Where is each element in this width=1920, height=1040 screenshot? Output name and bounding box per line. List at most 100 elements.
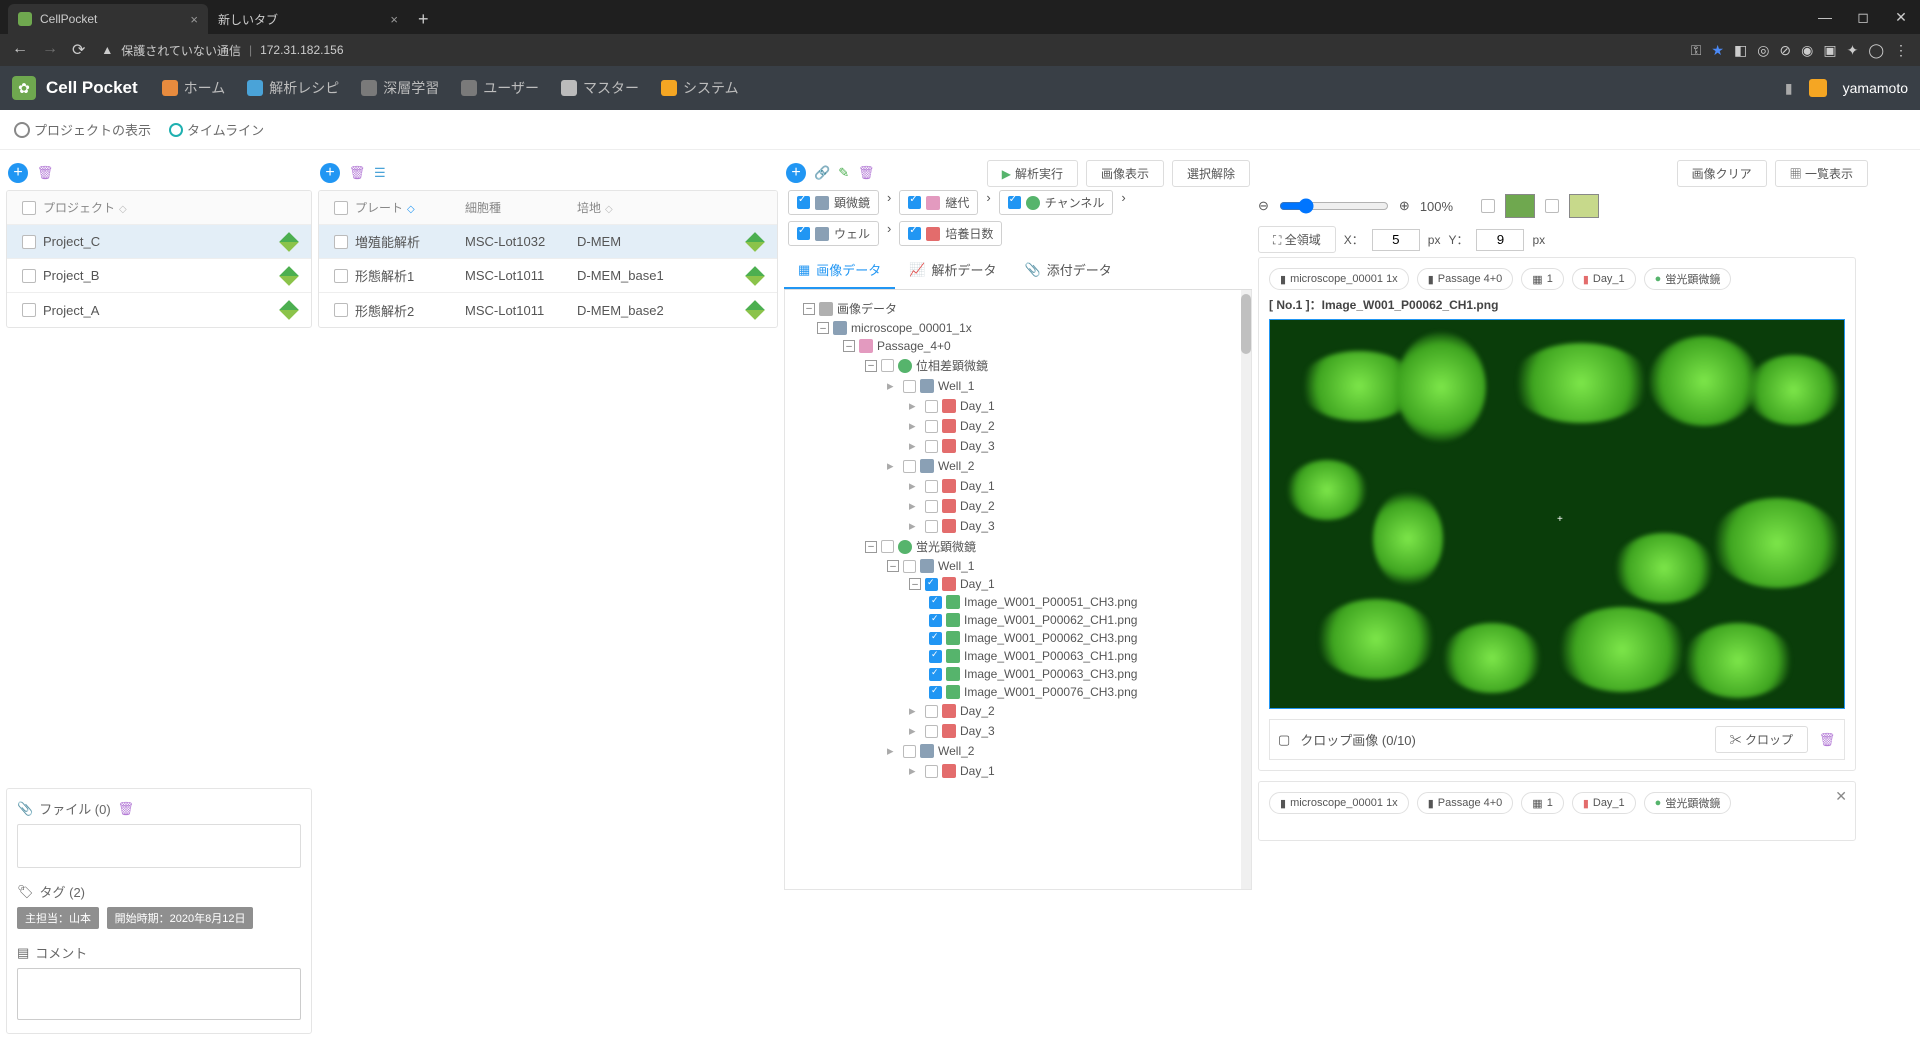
tree-leaf[interactable]: Image_W001_P00063_CH3.png bbox=[789, 665, 1247, 683]
node-checkbox[interactable] bbox=[903, 380, 916, 393]
tree-leaf[interactable]: Image_W001_P00063_CH1.png bbox=[789, 647, 1247, 665]
thumbnail-2[interactable] bbox=[1569, 194, 1599, 218]
row-checkbox[interactable] bbox=[22, 269, 36, 283]
crop-button[interactable]: ✂ クロップ bbox=[1715, 726, 1808, 753]
close-tab-icon[interactable]: × bbox=[382, 12, 398, 27]
tree-node[interactable]: ▸Well_2 bbox=[789, 456, 1247, 476]
node-checkbox[interactable] bbox=[903, 460, 916, 473]
ext-icon[interactable]: ◎ bbox=[1757, 42, 1769, 59]
node-checkbox[interactable] bbox=[925, 400, 938, 413]
scrollbar-thumb[interactable] bbox=[1241, 294, 1251, 354]
show-image-button[interactable]: 画像表示 bbox=[1086, 160, 1164, 187]
link-icon[interactable]: 🔗 bbox=[814, 165, 830, 181]
run-analysis-button[interactable]: ▶解析実行 bbox=[987, 160, 1078, 187]
new-tab-button[interactable]: + bbox=[408, 4, 439, 34]
collapse-icon[interactable]: – bbox=[865, 541, 877, 553]
edit-button[interactable] bbox=[741, 235, 769, 249]
address-field[interactable]: ▲ 保護されていない通信 | 172.31.182.156 bbox=[101, 42, 1674, 59]
node-checkbox[interactable] bbox=[925, 578, 938, 591]
y-input[interactable] bbox=[1476, 229, 1524, 251]
plate-row[interactable]: 増殖能解析 MSC-Lot1032 D-MEM bbox=[319, 225, 777, 259]
close-tab-icon[interactable]: × bbox=[182, 12, 198, 27]
node-checkbox[interactable] bbox=[925, 420, 938, 433]
tree-leaf[interactable]: Image_W001_P00076_CH3.png bbox=[789, 683, 1247, 701]
collapse-icon[interactable]: – bbox=[843, 340, 855, 352]
reload-icon[interactable]: ⟳ bbox=[72, 40, 85, 60]
node-checkbox[interactable] bbox=[925, 765, 938, 778]
x-input[interactable] bbox=[1372, 229, 1420, 251]
forward-icon[interactable]: → bbox=[42, 40, 58, 60]
project-row[interactable]: Project_B bbox=[7, 259, 311, 293]
edit-button[interactable] bbox=[275, 269, 303, 283]
col-medium[interactable]: 培地◇ bbox=[577, 199, 741, 216]
data-tree[interactable]: –画像データ –microscope_00001_1x –Passage_4+0… bbox=[784, 290, 1252, 890]
node-checkbox[interactable] bbox=[925, 520, 938, 533]
project-row[interactable]: Project_C bbox=[7, 225, 311, 259]
tree-node[interactable]: –蛍光顕微鏡 bbox=[789, 536, 1247, 557]
thumb-checkbox[interactable] bbox=[1481, 199, 1495, 213]
image-clear-button[interactable]: 画像クリア bbox=[1677, 160, 1767, 187]
chip-well[interactable]: ウェル bbox=[788, 221, 879, 246]
delete-project-button[interactable]: 🗑 bbox=[36, 164, 54, 182]
tree-node[interactable]: ▸Day_3 bbox=[789, 516, 1247, 536]
node-checkbox[interactable] bbox=[929, 686, 942, 699]
row-checkbox[interactable] bbox=[334, 235, 348, 249]
browser-tab-1[interactable]: CellPocket × bbox=[8, 4, 208, 34]
tree-node[interactable]: ▸Day_2 bbox=[789, 416, 1247, 436]
tree-node[interactable]: ▸Well_2 bbox=[789, 741, 1247, 761]
node-checkbox[interactable] bbox=[929, 632, 942, 645]
zoom-in-icon[interactable]: ⊕ bbox=[1399, 198, 1410, 214]
tree-node[interactable]: ▸Well_1 bbox=[789, 376, 1247, 396]
tree-node[interactable]: ▸Day_1 bbox=[789, 476, 1247, 496]
delete-plate-button[interactable]: 🗑 bbox=[348, 164, 366, 182]
tree-node[interactable]: ▸Day_1 bbox=[789, 761, 1247, 781]
mic-icon[interactable]: ▮ bbox=[1785, 80, 1793, 97]
back-icon[interactable]: ← bbox=[12, 40, 28, 60]
nav-user[interactable]: ユーザー bbox=[461, 78, 539, 98]
list-view-button[interactable]: ▦ 一覧表示 bbox=[1775, 160, 1868, 187]
chip-days[interactable]: 培養日数 bbox=[899, 221, 1002, 246]
delete-button[interactable]: 🗑 bbox=[857, 164, 875, 182]
nav-recipe[interactable]: 解析レシピ bbox=[247, 78, 339, 98]
node-checkbox[interactable] bbox=[925, 705, 938, 718]
edit-button[interactable] bbox=[275, 303, 303, 317]
row-checkbox[interactable] bbox=[22, 235, 36, 249]
node-checkbox[interactable] bbox=[925, 500, 938, 513]
node-checkbox[interactable] bbox=[929, 596, 942, 609]
collapse-icon[interactable]: – bbox=[803, 303, 815, 315]
chip-microscope[interactable]: 顕微鏡 bbox=[788, 190, 879, 215]
tree-node[interactable]: –Passage_4+0 bbox=[789, 337, 1247, 355]
file-delete-button[interactable]: 🗑 bbox=[117, 800, 135, 818]
ext-icon[interactable]: ▣ bbox=[1823, 42, 1836, 59]
zoom-slider[interactable] bbox=[1279, 198, 1389, 214]
node-checkbox[interactable] bbox=[929, 668, 942, 681]
maximize-icon[interactable]: ◻ bbox=[1844, 0, 1882, 34]
image-viewport[interactable]: + bbox=[1269, 319, 1845, 709]
close-card-button[interactable]: ✕ bbox=[1835, 788, 1847, 805]
ext-icon[interactable]: ◧ bbox=[1734, 42, 1747, 59]
thumbnail-1[interactable] bbox=[1505, 194, 1535, 218]
tree-node[interactable]: ▸Day_3 bbox=[789, 721, 1247, 741]
list-icon[interactable]: ☰ bbox=[374, 165, 386, 181]
node-checkbox[interactable] bbox=[903, 745, 916, 758]
nav-system[interactable]: システム bbox=[661, 78, 739, 98]
key-icon[interactable]: ⚿ bbox=[1691, 42, 1702, 59]
edit-button[interactable] bbox=[741, 303, 769, 317]
comment-input[interactable] bbox=[17, 968, 301, 1020]
node-checkbox[interactable] bbox=[929, 614, 942, 627]
edit-button[interactable] bbox=[741, 269, 769, 283]
zoom-out-icon[interactable]: ⊖ bbox=[1258, 198, 1269, 214]
edit-icon[interactable]: ✎ bbox=[838, 165, 849, 181]
ext-icon[interactable]: ⊘ bbox=[1779, 42, 1791, 59]
nav-home[interactable]: ホーム bbox=[162, 78, 226, 98]
username[interactable]: yamamoto bbox=[1843, 80, 1908, 96]
tab-attach-data[interactable]: 📎添付データ bbox=[1011, 252, 1126, 289]
browser-tab-2[interactable]: 新しいタブ × bbox=[208, 4, 408, 34]
col-plate[interactable]: プレート◇ bbox=[355, 199, 465, 216]
profile-icon[interactable]: ◯ bbox=[1868, 42, 1884, 59]
thumb-checkbox[interactable] bbox=[1545, 199, 1559, 213]
collapse-icon[interactable]: – bbox=[817, 322, 829, 334]
tree-node[interactable]: –Well_1 bbox=[789, 557, 1247, 575]
view-project-link[interactable]: プロジェクトの表示 bbox=[14, 120, 151, 139]
star-icon[interactable]: ★ bbox=[1711, 42, 1724, 59]
